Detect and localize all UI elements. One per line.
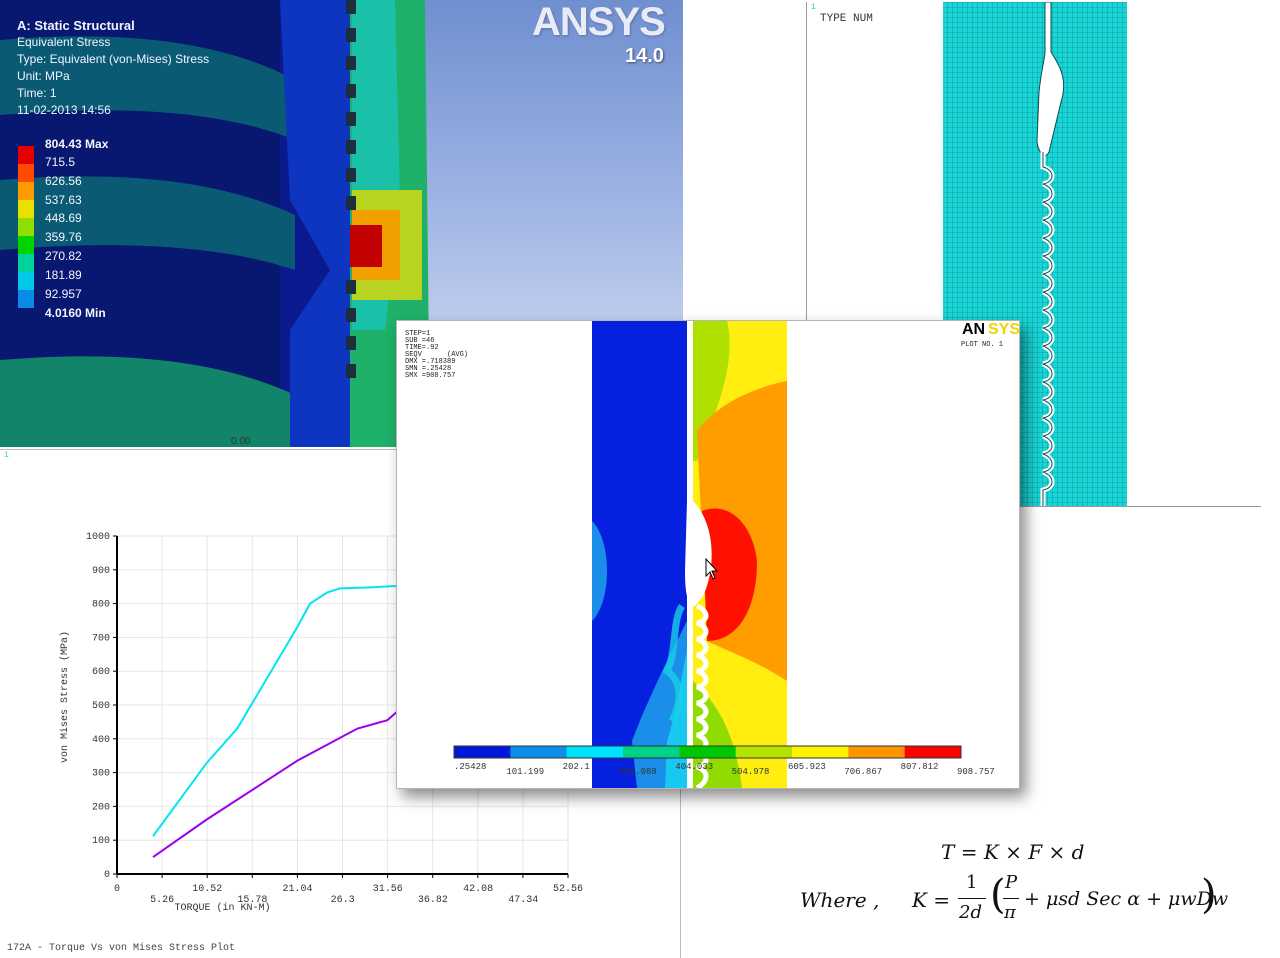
y-tick-label: 700 [92,633,110,644]
colorbar-segment [510,746,568,758]
legend-swatch-6 [18,254,34,272]
result-date: 11-02-2013 14:56 [17,103,111,117]
analysis-title: A: Static Structural [17,18,135,33]
colorbar-label: 101.199 [506,767,545,777]
x-tick-label: 31.56 [373,884,403,895]
legend-label-8: 92.957 [45,287,82,301]
formula-P: P [1005,872,1018,893]
colorbar-segment [454,746,511,758]
contour-ansys-logo-sys: SYS [988,321,1020,338]
result-unit: Unit: MPa [17,69,70,83]
y-tick-label: 300 [92,769,110,780]
contour-plot [453,321,962,788]
chart-title: 172A - Torque Vs von Mises Stress Plot [7,943,236,954]
legend-swatch-8 [18,290,34,308]
legend-swatch-7 [18,272,34,290]
contour-colorbar [454,746,962,758]
plot-number: PLOT NO. 1 [961,341,1004,349]
series-line-0 [152,584,431,837]
colorbar-segment [566,746,624,758]
formula-denominator-2d: 2d [959,902,982,923]
formula-fraction-bar-1 [958,898,986,899]
legend-label-9: 4.0160 Min [45,306,106,320]
formula-where: Where , [800,888,880,912]
formula-torque: T = K × F × d [941,840,1085,864]
y-tick-label: 800 [92,600,110,611]
y-tick-label: 100 [92,836,110,847]
x-tick-label: 52.56 [553,884,583,895]
legend-swatch-2 [18,182,34,200]
colorbar-label: .25428 [454,762,487,772]
formula-paren-close: ) [1201,872,1217,918]
colorbar-label: 404.033 [675,762,714,772]
scale-mark: 0.00 [231,436,251,447]
colorbar-label: 605.923 [788,762,826,772]
x-tick-label: 21.04 [283,884,313,895]
colorbar-label: 807.812 [900,762,939,772]
formula-terms: + μsd Sec α + μwDw [1024,888,1229,910]
legend-label-4: 448.69 [45,211,82,225]
colorbar-label: 303.088 [619,767,657,777]
y-axis-label: von Mises Stress (MPa) [59,631,71,763]
legend-label-7: 181.89 [45,268,82,282]
legend-swatch-5 [18,236,34,254]
series-line-1 [152,682,431,858]
colorbar-segment [904,746,962,758]
legend-label-3: 537.63 [45,193,82,207]
legend-label-0: 804.43 Max [45,137,109,151]
legend-label-1: 715.5 [45,155,76,169]
y-tick-label: 600 [92,667,110,678]
result-time: Time: 1 [17,86,57,100]
legend-swatch-1 [18,164,34,182]
y-tick-label: 0 [104,870,110,881]
solution-info: STEP=1 SUB =46 TIME=.92 SEQV (AVG) DMX =… [405,330,469,380]
mesh-type-label: TYPE NUM [820,13,873,25]
formula-pi: π [1004,902,1016,923]
colorbar-label: 908.757 [957,767,995,777]
colorbar-label: 706.867 [844,767,883,777]
x-axis-label: TORQUE (in KN-M) [174,902,270,914]
colorbar-segment [792,746,849,758]
result-type: Type: Equivalent (von-Mises) Stress [17,52,210,66]
mesh-corner-number: 1 [811,3,816,12]
ansys-logo: ANSYS [532,0,666,44]
x-tick-label: 47.34 [508,895,538,906]
x-tick-label: 36.82 [418,895,448,906]
ansys-version: 14.0 [625,45,664,67]
colorbar-segment [735,746,793,758]
legend-label-6: 270.82 [45,249,82,263]
formula-fraction-bar-2 [1003,898,1019,899]
y-tick-label: 900 [92,566,110,577]
legend-swatch-0 [18,146,34,164]
formula-numerator-one: 1 [966,872,978,893]
y-tick-label: 1000 [86,532,110,543]
y-tick-label: 400 [92,735,110,746]
x-tick-label: 26.3 [331,895,355,906]
formula-k-lhs: K = [912,888,951,912]
result-name: Equivalent Stress [17,35,111,49]
y-tick-label: 200 [92,802,110,813]
colorbar-label: 504.978 [731,767,770,777]
legend-swatch-3 [18,200,34,218]
colorbar-segment [623,746,680,758]
x-tick-label: 10.52 [192,884,222,895]
red-hotspot [350,225,382,267]
contour-ansys-logo-an: AN [962,321,986,338]
contour-result-window: STEP=1 SUB =46 TIME=.92 SEQV (AVG) DMX =… [396,320,1020,789]
x-tick-label: 0 [114,884,120,895]
y-tick-label: 500 [92,701,110,712]
colorbar-label: 202.1 [562,762,590,772]
colorbar-segment [679,746,737,758]
legend-swatch-4 [18,218,34,236]
legend-label-2: 626.56 [45,174,82,188]
legend-label-5: 359.76 [45,230,82,244]
colorbar-segment [848,746,906,758]
x-tick-label: 42.08 [463,884,493,895]
x-tick-label: 5.26 [150,895,174,906]
